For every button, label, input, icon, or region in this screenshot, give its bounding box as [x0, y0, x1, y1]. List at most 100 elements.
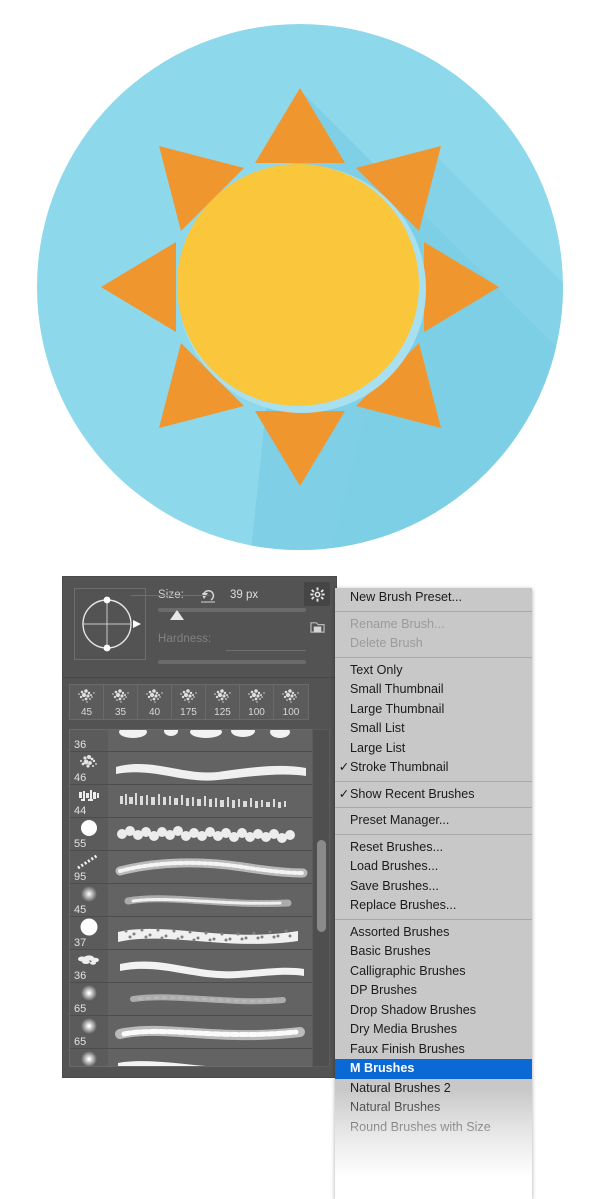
brush-stroke-preview	[108, 752, 313, 784]
size-value-underline	[131, 595, 211, 596]
brush-size-label: 45	[74, 904, 87, 916]
brush-stroke-preview	[108, 1049, 313, 1066]
recent-brush-size: 35	[114, 707, 127, 718]
menu-item-drop-shadow-brushes[interactable]: Drop Shadow Brushes	[335, 1001, 532, 1021]
menu-separator	[335, 833, 532, 835]
gear-icon[interactable]	[304, 582, 330, 606]
brush-tip-preview-svg	[82, 596, 141, 652]
brush-list[interactable]: 36 46 44 55 95 45 37 36 65 65	[69, 729, 314, 1067]
recent-brushes-strip: 45 35 40 175 125 100 100	[63, 679, 338, 725]
brush-thumb-cell: 55	[70, 818, 108, 850]
menu-item-small-list[interactable]: Small List	[335, 719, 532, 739]
menu-separator	[335, 610, 532, 612]
menu-item-label: Show Recent Brushes	[350, 786, 475, 801]
menu-item-dry-media-brushes[interactable]: Dry Media Brushes	[335, 1020, 532, 1040]
brush-stroke-preview	[108, 884, 313, 916]
menu-item-show-recent-brushes[interactable]: ✓ Show Recent Brushes	[335, 785, 532, 805]
recent-brush-size: 100	[282, 707, 300, 718]
brush-list-item[interactable]: 65	[70, 983, 313, 1016]
menu-item-preset-manager[interactable]: Preset Manager...	[335, 811, 532, 831]
brush-list-item[interactable]: 55	[70, 818, 313, 851]
menu-item-assorted-brushes[interactable]: Assorted Brushes	[335, 923, 532, 943]
recent-brush-item[interactable]: 125	[206, 685, 240, 719]
size-row: Size: 39 px	[158, 587, 306, 605]
menu-item-dp-brushes[interactable]: DP Brushes	[335, 981, 532, 1001]
menu-item-calligraphic-brushes[interactable]: Calligraphic Brushes	[335, 962, 532, 982]
recent-brush-size: 125	[214, 707, 231, 718]
menu-item-delete-brush: Delete Brush	[350, 636, 423, 650]
brush-thumb-cell: 44	[70, 785, 108, 817]
sun-core	[177, 164, 419, 406]
menu-item-faux-finish-brushes[interactable]: Faux Finish Brushes	[335, 1040, 532, 1060]
menu-item-replace-brushes[interactable]: Replace Brushes...	[335, 896, 532, 916]
recent-brush-item[interactable]: 35	[104, 685, 138, 719]
brush-size-label: 46	[74, 772, 87, 784]
brush-thumb-cell: 36	[70, 950, 108, 982]
menu-item-small-thumbnail[interactable]: Small Thumbnail	[335, 680, 532, 700]
recent-brush-item[interactable]: 40	[138, 685, 172, 719]
menu-item-round-brushes-with-size[interactable]: Round Brushes with Size	[335, 1118, 532, 1138]
brush-list-item[interactable]: 95	[70, 851, 313, 884]
brush-list-item[interactable]: 36	[70, 950, 313, 983]
menu-separator	[335, 807, 532, 808]
sun-illustration	[0, 0, 600, 560]
menu-item-save-brushes[interactable]: Save Brushes...	[335, 877, 532, 897]
soft-round-brush-icon	[75, 1050, 103, 1066]
brush-list-item[interactable]: 36	[70, 730, 313, 752]
brush-thumb-cell: 46	[70, 752, 108, 784]
brush-list-item[interactable]: 37	[70, 917, 313, 950]
gear-icon-svg	[309, 586, 325, 602]
menu-item-stroke-thumbnail[interactable]: ✓ Stroke Thumbnail	[335, 758, 532, 778]
recent-brush-item[interactable]: 45	[70, 685, 104, 719]
menu-item-natural-brushes[interactable]: Natural Brushes	[335, 1098, 532, 1118]
brush-list-item[interactable]: 44	[70, 785, 313, 818]
new-preset-icon[interactable]	[304, 615, 330, 639]
brush-thumb-cell: 45	[70, 1049, 108, 1066]
recent-brush-item[interactable]: 100	[240, 685, 274, 719]
size-slider-knob[interactable]	[170, 610, 184, 620]
brush-thumb-cell: 65	[70, 983, 108, 1015]
menu-item-basic-brushes[interactable]: Basic Brushes	[335, 942, 532, 962]
menu-item-load-brushes[interactable]: Load Brushes...	[335, 857, 532, 877]
brush-size-label: 95	[74, 871, 87, 883]
scrollbar-thumb[interactable]	[317, 840, 326, 932]
brush-list-scrollbar[interactable]	[312, 729, 330, 1067]
menu-item-large-list[interactable]: Large List	[335, 739, 532, 759]
panel-header: Size: 39 px Hardness:	[63, 577, 336, 678]
brush-stroke-preview	[108, 950, 313, 982]
brush-panel-context-menu[interactable]: New Brush Preset... Rename Brush... Dele…	[335, 588, 532, 1199]
brush-list-item[interactable]: 65	[70, 1016, 313, 1049]
menu-item-label: Stroke Thumbnail	[350, 760, 449, 774]
brush-size-label: 55	[74, 838, 87, 850]
recent-brush-item[interactable]: 100	[274, 685, 308, 719]
recent-brush-size: 45	[80, 707, 93, 718]
brush-list-item[interactable]: 46	[70, 752, 313, 785]
recent-brush-size: 100	[248, 707, 265, 718]
menu-item-large-thumbnail[interactable]: Large Thumbnail	[335, 700, 532, 720]
menu-separator	[335, 780, 532, 782]
brush-list-item[interactable]: 45	[70, 1049, 313, 1066]
size-value[interactable]: 39 px	[230, 589, 258, 601]
brush-tip-preview[interactable]	[74, 588, 146, 660]
recent-brush-item[interactable]: 175	[172, 685, 206, 719]
brush-thumb-cell: 45	[70, 884, 108, 916]
brush-size-label: 37	[74, 937, 87, 949]
menu-item-rename-brush: Rename Brush...	[350, 616, 445, 631]
recent-brush-size: 40	[148, 707, 161, 718]
menu-item-m-brushes[interactable]: M Brushes	[335, 1059, 532, 1079]
hardness-value-underline	[226, 650, 306, 651]
brush-stroke-preview	[108, 785, 313, 817]
menu-item-text-only[interactable]: Text Only	[335, 661, 532, 681]
reset-arrow-icon[interactable]	[200, 588, 218, 609]
brush-list-item[interactable]: 45	[70, 884, 313, 917]
brush-stroke-preview	[108, 1016, 313, 1048]
menu-item-natural-brushes-2[interactable]: Natural Brushes 2	[335, 1079, 532, 1099]
recent-brush-size: 175	[180, 707, 197, 718]
brush-preset-picker-panel[interactable]: Size: 39 px Hardness: 45 35 40 175 125 1…	[62, 576, 337, 1078]
brush-size-label: 65	[74, 1036, 87, 1048]
brush-thumb-cell: 95	[70, 851, 108, 883]
menu-item-reset-brushes[interactable]: Reset Brushes...	[335, 838, 532, 858]
menu-item-new-brush-preset[interactable]: New Brush Preset...	[335, 588, 532, 608]
brush-size-label: 36	[74, 739, 87, 751]
menu-separator	[335, 656, 532, 658]
